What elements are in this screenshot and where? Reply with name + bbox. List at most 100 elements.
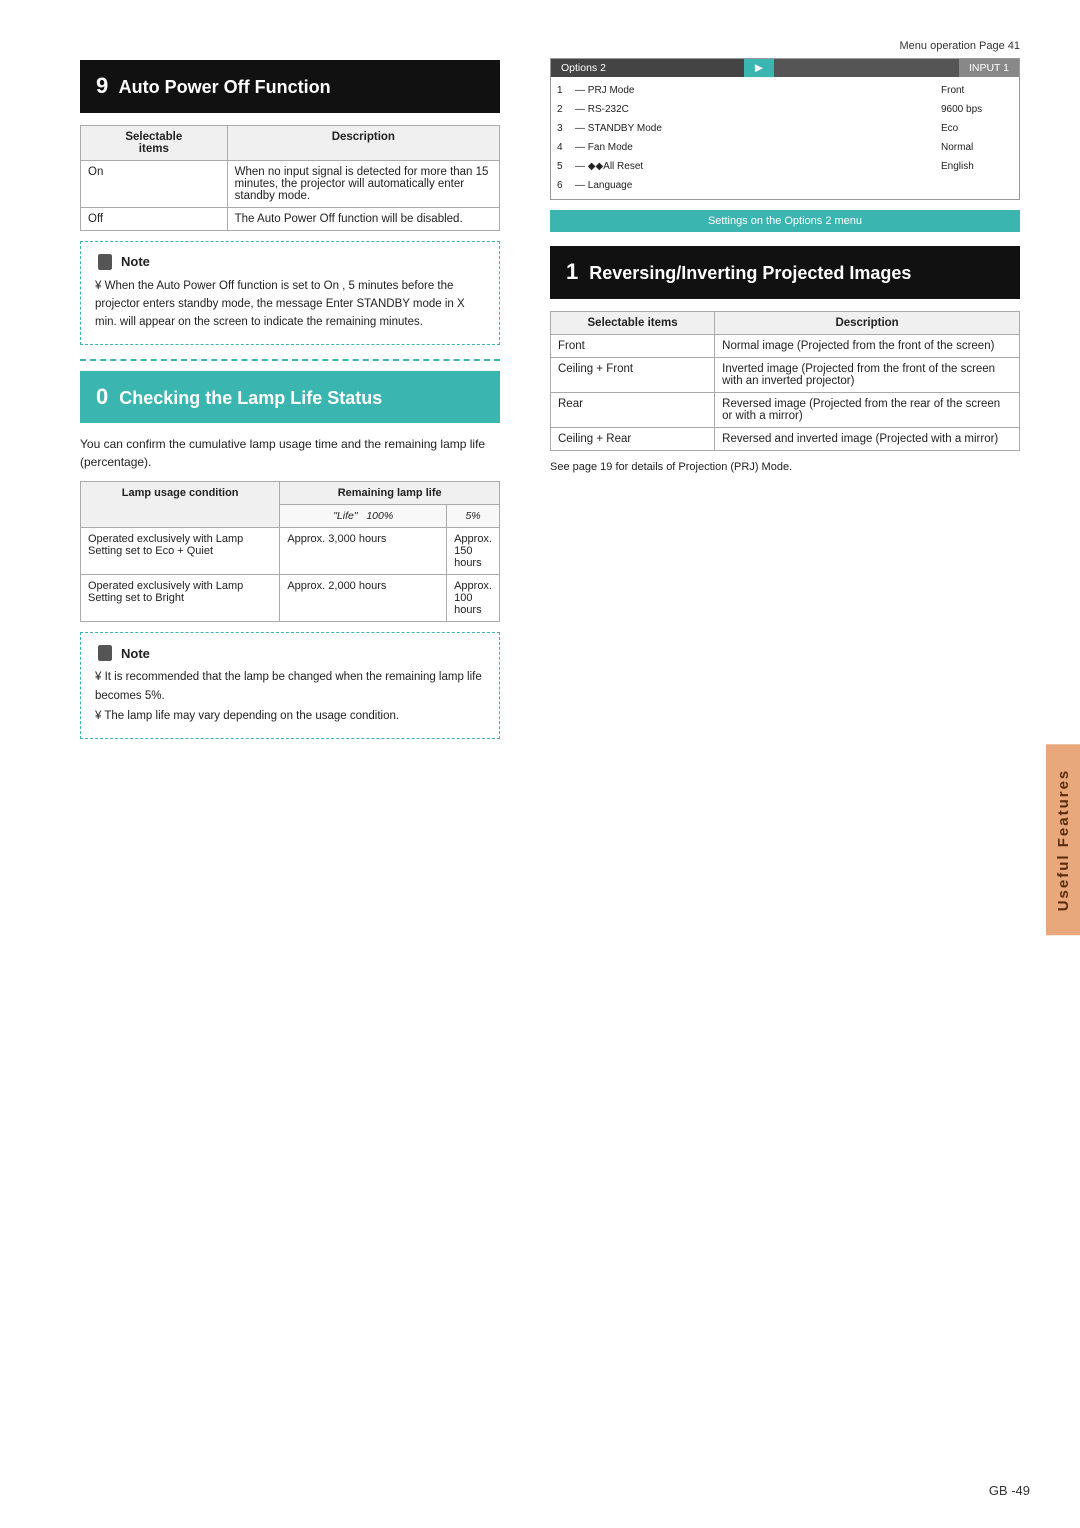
options-menu-screenshot: Options 2 ▶ INPUT 1 1 2 3 4 5 6 — [550, 58, 1020, 200]
opt-item-1: — PRJ Mode — [575, 81, 933, 100]
page-content: 9 Auto Power Off Function Selectableitem… — [0, 0, 1080, 1528]
opt-num-2: 2 — [557, 100, 575, 119]
note-label: Note — [121, 254, 150, 269]
lamp-subheader-5pct: 5% — [447, 505, 500, 528]
opt-item-5: — ◆◆All Reset — [575, 157, 933, 176]
opt-val-6: English — [941, 157, 1013, 176]
lamp-row2-val1: Approx. 2,000 hours — [280, 575, 447, 622]
lamp-col2-header: Remaining lamp life — [280, 482, 500, 505]
section-9-row2-item: Off — [81, 207, 228, 230]
options-menu-numbers: 1 2 3 4 5 6 — [557, 81, 575, 195]
note-title-2: Note — [95, 643, 485, 663]
opt-item-6: — Language — [575, 176, 933, 195]
opt-item-2: — RS-232C — [575, 100, 933, 119]
lamp-subheader-life: "Life" 100% — [280, 505, 447, 528]
lamp-row2-condition: Operated exclusively with Lamp Setting s… — [81, 575, 280, 622]
opt-val-1: Front — [941, 81, 1013, 100]
useful-features-tab: Useful Features — [1046, 745, 1080, 936]
lamp-table: Lamp usage condition Remaining lamp life… — [80, 481, 500, 622]
menu-op-ref: Menu operation Page 41 — [550, 40, 1020, 52]
table-row: Off The Auto Power Off function will be … — [81, 207, 500, 230]
section-1: 1 Reversing/Inverting Projected Images S… — [550, 246, 1020, 473]
options-menu-caption: Settings on the Options 2 menu — [550, 210, 1020, 232]
note-bullet-2: ¥ The lamp life may vary depending on th… — [95, 707, 485, 725]
opt-num-6: 6 — [557, 176, 575, 195]
note-bullet-1: ¥ When the Auto Power Off function is se… — [95, 277, 485, 332]
options-menu-col-options: Options 2 — [551, 59, 744, 77]
section-9-table: Selectableitems Description On When no i… — [80, 125, 500, 231]
lamp-row1-val2: Approx. 150 hours — [447, 528, 500, 575]
table-row: Operated exclusively with Lamp Setting s… — [81, 528, 500, 575]
note-title: Note — [95, 252, 485, 272]
opt-num-1: 1 — [557, 81, 575, 100]
section-1-title: Reversing/Inverting Projected Images — [589, 263, 911, 283]
section-9-title: Auto Power Off Function — [119, 77, 331, 97]
section-0-title: Checking the Lamp Life Status — [119, 388, 382, 408]
s1-row3-item: Rear — [551, 392, 715, 427]
section-9-col2-header: Description — [227, 125, 499, 160]
note-bullet-1: ¥ It is recommended that the lamp be cha… — [95, 668, 485, 705]
section-9-col1-header: Selectableitems — [81, 125, 228, 160]
opt-item-3: — STANDBY Mode — [575, 119, 933, 138]
section-9-row2-desc: The Auto Power Off function will be disa… — [227, 207, 499, 230]
options-menu-col-arrow: ▶ — [744, 59, 774, 77]
s1-col1-header: Selectable items — [551, 311, 715, 334]
lamp-col1-header: Lamp usage condition — [81, 482, 280, 528]
table-row: Front Normal image (Projected from the f… — [551, 334, 1020, 357]
s1-row4-item: Ceiling + Rear — [551, 427, 715, 450]
section-9-row1-desc: When no input signal is detected for mor… — [227, 160, 499, 207]
see-page-note: See page 19 for details of Projection (P… — [550, 461, 1020, 473]
options-menu-values: Front 9600 bps Eco Normal English — [933, 81, 1013, 195]
s1-row4-desc: Reversed and inverted image (Projected w… — [715, 427, 1020, 450]
table-row: Rear Reversed image (Projected from the … — [551, 392, 1020, 427]
opt-num-4: 4 — [557, 138, 575, 157]
options-menu-col-blank — [774, 59, 959, 77]
section-1-table: Selectable items Description Front Norma… — [550, 311, 1020, 451]
section-9: 9 Auto Power Off Function Selectableitem… — [80, 60, 500, 345]
lamp-row1-val1: Approx. 3,000 hours — [280, 528, 447, 575]
note-text-2: ¥ It is recommended that the lamp be cha… — [95, 668, 485, 725]
s1-row2-desc: Inverted image (Projected from the front… — [715, 357, 1020, 392]
left-column: 9 Auto Power Off Function Selectableitem… — [0, 0, 530, 1528]
section-1-num: 1 — [566, 259, 578, 284]
useful-features-tab-label: Useful Features — [1055, 769, 1072, 912]
options-menu-items: — PRJ Mode — RS-232C — STANDBY Mode — Fa… — [575, 81, 933, 195]
opt-num-3: 3 — [557, 119, 575, 138]
opt-val-4: Normal — [941, 138, 1013, 157]
note-icon-2 — [95, 643, 115, 663]
lamp-row2-val2: Approx. 100 hours — [447, 575, 500, 622]
s1-col2-header: Description — [715, 311, 1020, 334]
table-row: Ceiling + Rear Reversed and inverted ima… — [551, 427, 1020, 450]
section-separator — [80, 359, 500, 361]
page-number: GB -49 — [989, 1483, 1030, 1498]
options-menu-col-input: INPUT 1 — [959, 59, 1019, 77]
note-text: ¥ When the Auto Power Off function is se… — [95, 277, 485, 332]
section-0-num: 0 — [96, 384, 108, 409]
section-1-header: 1 Reversing/Inverting Projected Images — [550, 246, 1020, 299]
section-0-header: 0 Checking the Lamp Life Status — [80, 371, 500, 424]
note-label-2: Note — [121, 646, 150, 661]
section-0: 0 Checking the Lamp Life Status You can … — [80, 371, 500, 739]
opt-val-3: Eco — [941, 119, 1013, 138]
table-row: Operated exclusively with Lamp Setting s… — [81, 575, 500, 622]
opt-num-5: 5 — [557, 157, 575, 176]
s1-row2-item: Ceiling + Front — [551, 357, 715, 392]
note-icon — [95, 252, 115, 272]
lamp-row1-condition: Operated exclusively with Lamp Setting s… — [81, 528, 280, 575]
right-col-inner: Menu operation Page 41 Options 2 ▶ INPUT… — [550, 40, 1060, 473]
section-9-row1-item: On — [81, 160, 228, 207]
section-0-description: You can confirm the cumulative lamp usag… — [80, 435, 500, 471]
section-9-num: 9 — [96, 73, 108, 98]
table-row: Ceiling + Front Inverted image (Projecte… — [551, 357, 1020, 392]
right-column: Menu operation Page 41 Options 2 ▶ INPUT… — [530, 0, 1080, 1528]
s1-row1-desc: Normal image (Projected from the front o… — [715, 334, 1020, 357]
options-menu-body: 1 2 3 4 5 6 — PRJ Mode — RS-232C — STAND… — [551, 77, 1019, 199]
s1-row1-item: Front — [551, 334, 715, 357]
section-0-note: Note ¥ It is recommended that the lamp b… — [80, 632, 500, 738]
opt-item-4: — Fan Mode — [575, 138, 933, 157]
options-menu-header: Options 2 ▶ INPUT 1 — [551, 59, 1019, 77]
opt-val-2: 9600 bps — [941, 100, 1013, 119]
section-9-note: Note ¥ When the Auto Power Off function … — [80, 241, 500, 345]
s1-row3-desc: Reversed image (Projected from the rear … — [715, 392, 1020, 427]
section-9-header: 9 Auto Power Off Function — [80, 60, 500, 113]
